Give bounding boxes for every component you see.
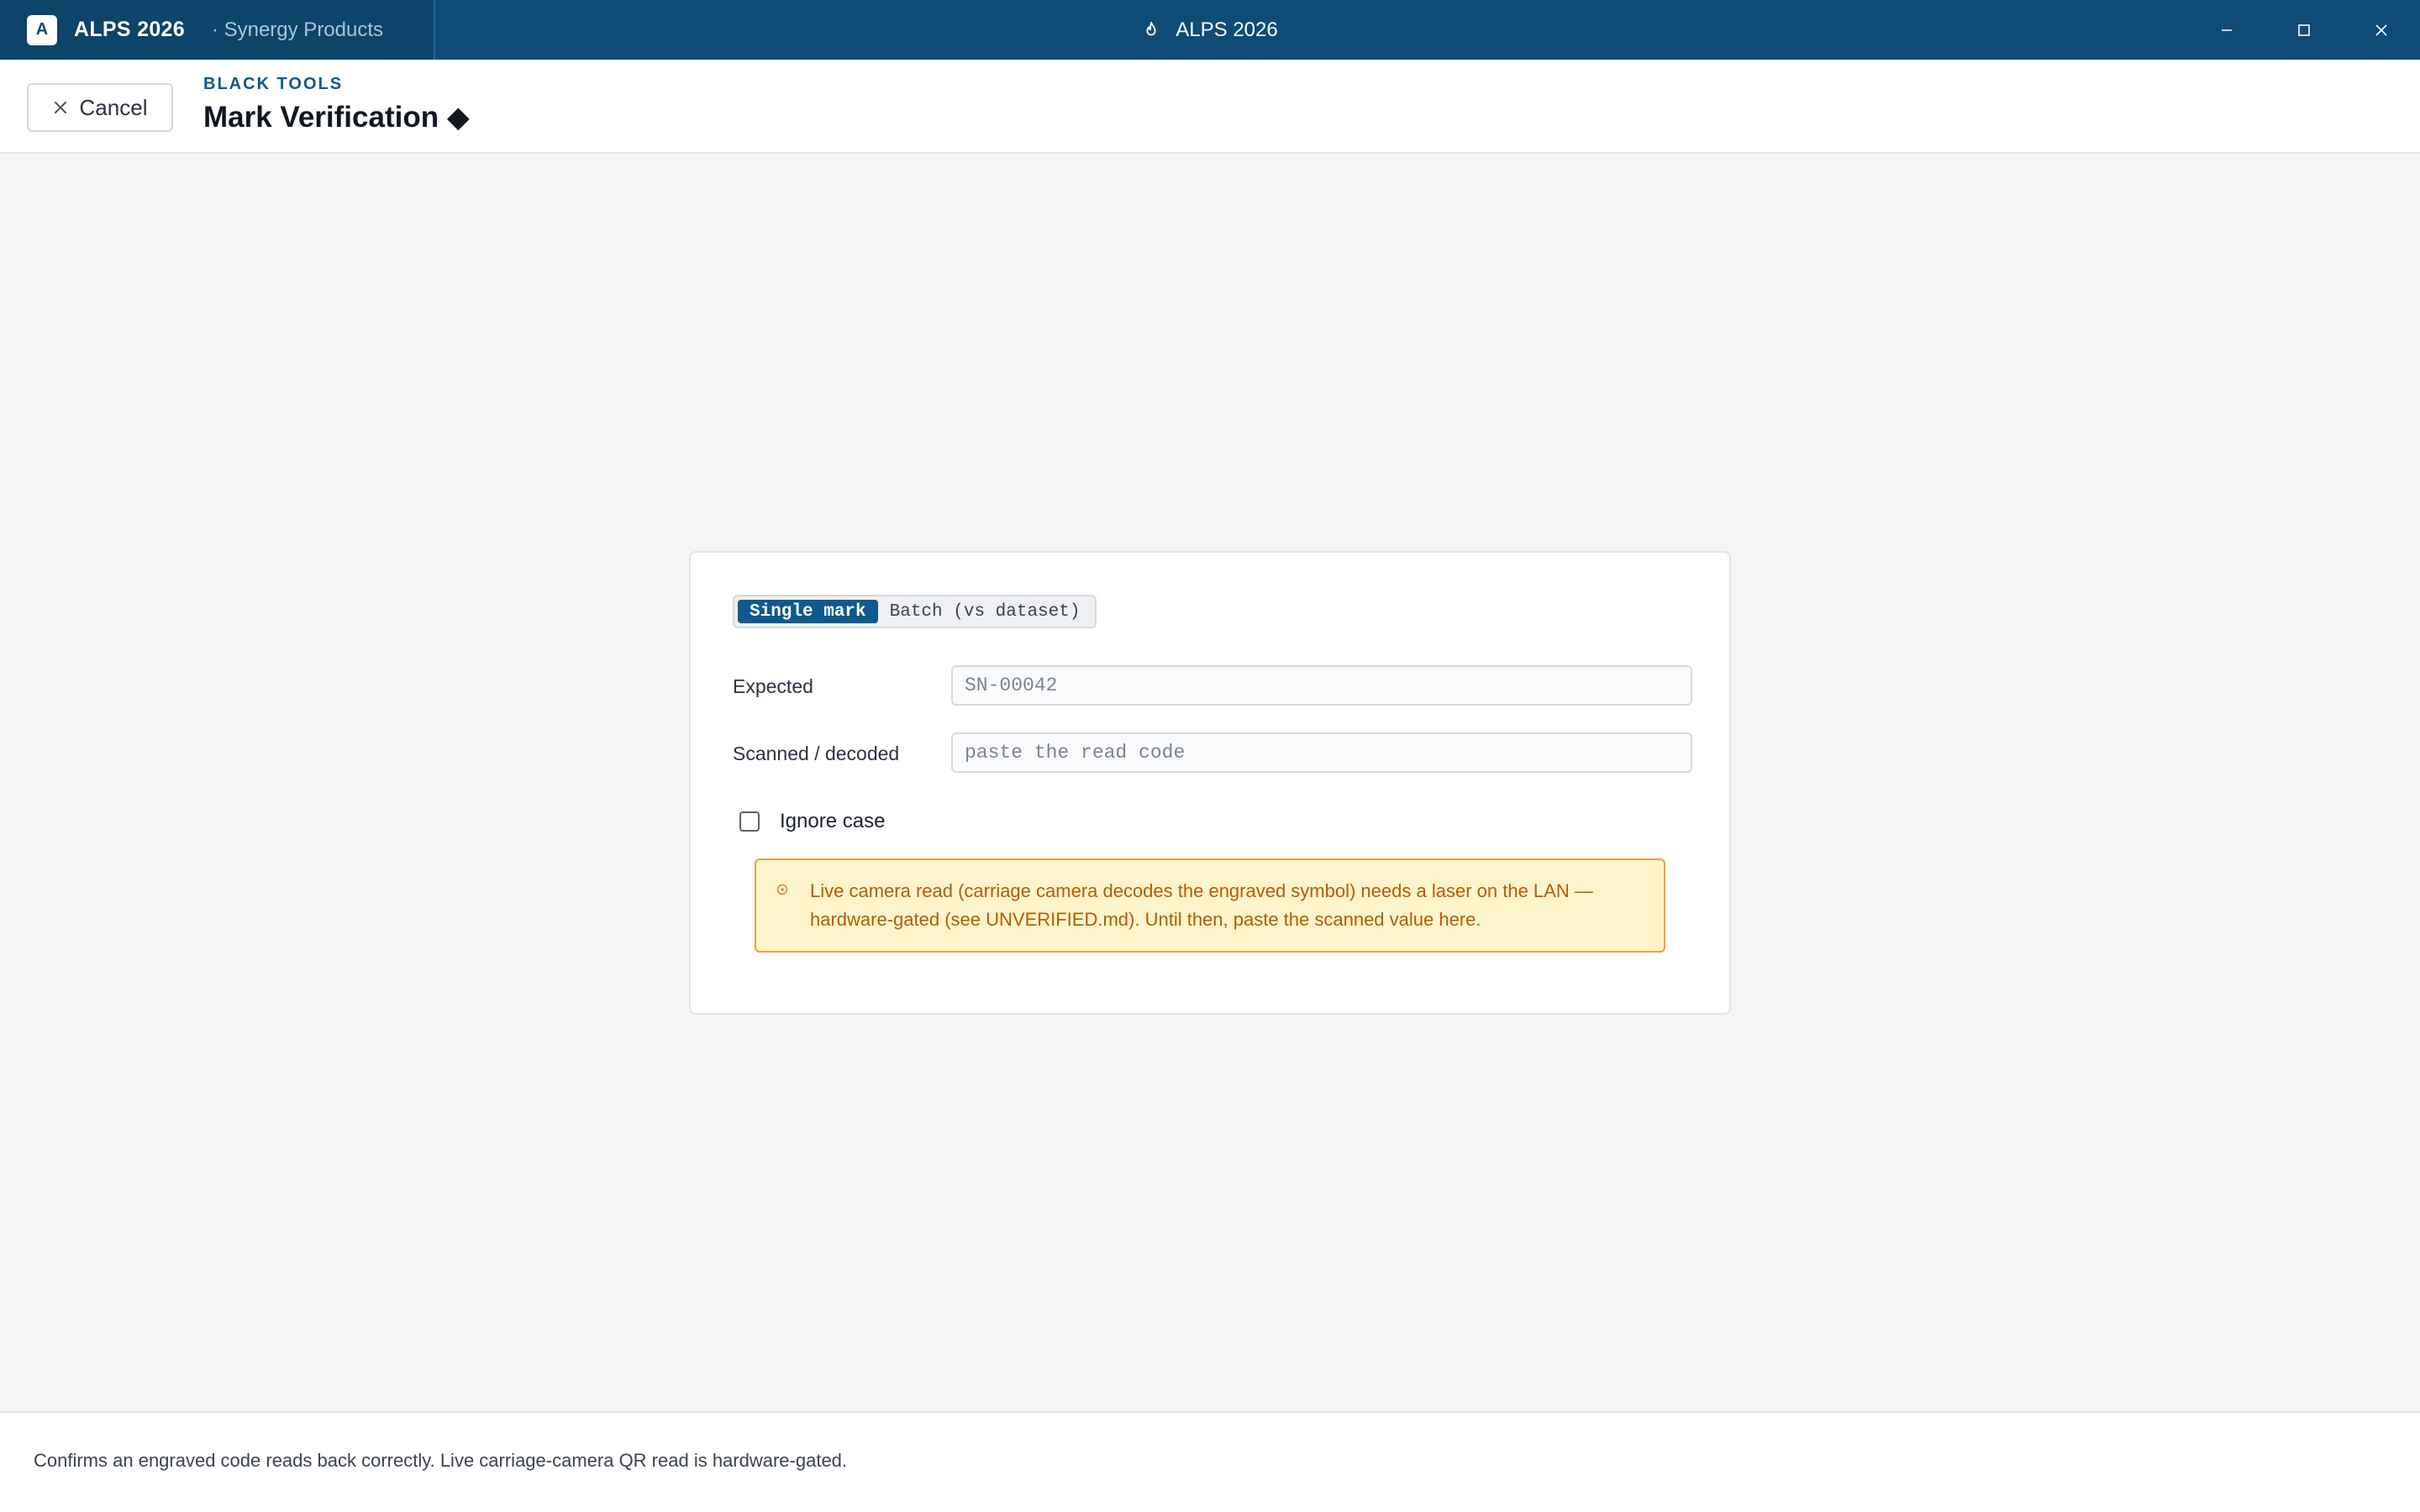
scanned-label: Scanned / decoded (733, 743, 900, 764)
title-bar: A ALPS 2026 · Synergy Products ALPS 2026 (0, 0, 2420, 60)
cancel-label: Cancel (79, 94, 148, 120)
notice-text: Live camera read (carriage camera decode… (810, 880, 1593, 930)
footer: Confirms an engraved code reads back cor… (0, 1411, 2420, 1512)
footer-description: Confirms an engraved code reads back cor… (34, 1450, 848, 1471)
page-header: Cancel BLACK TOOLS Mark Verification ◆ (0, 60, 2420, 154)
minimize-icon (2222, 29, 2232, 31)
window-title-text: ALPS 2026 (1176, 18, 1278, 41)
flame-icon (1146, 21, 1156, 35)
cancel-button[interactable]: Cancel (27, 83, 173, 132)
workspace-name: · Synergy Products (211, 18, 384, 41)
maximize-button[interactable] (2265, 0, 2343, 60)
expected-input[interactable] (951, 665, 1692, 706)
close-icon (54, 102, 66, 113)
close-window-button[interactable] (2343, 0, 2420, 60)
app-brand[interactable]: A ALPS 2026 · Synergy Products (0, 0, 435, 60)
maximize-icon (2298, 24, 2310, 36)
ignore-case-row[interactable]: Ignore case (739, 810, 885, 833)
page-heading: BLACK TOOLS Mark Verification ◆ (203, 75, 470, 134)
page-kicker: BLACK TOOLS (203, 75, 344, 93)
tab-single-mark[interactable]: Single mark (738, 600, 878, 623)
warning-dot-icon (776, 884, 788, 895)
ignore-case-checkbox[interactable] (739, 811, 760, 832)
close-icon (2375, 24, 2387, 36)
window-controls (2188, 0, 2420, 60)
mode-toggle: Single mark Batch (vs dataset) (733, 595, 1097, 628)
hardware-notice: Live camera read (carriage camera decode… (755, 858, 1665, 953)
page-title: Mark Verification ◆ (203, 101, 470, 134)
app-logo: A (27, 14, 57, 45)
verification-card: Single mark Batch (vs dataset) Expected … (689, 551, 1731, 1015)
app-name: ALPS 2026 (74, 18, 185, 41)
scanned-input[interactable] (951, 732, 1692, 773)
ignore-case-label: Ignore case (780, 810, 886, 832)
expected-label: Expected (733, 675, 813, 697)
tab-batch[interactable]: Batch (vs dataset) (878, 600, 1092, 623)
minimize-button[interactable] (2188, 0, 2265, 60)
